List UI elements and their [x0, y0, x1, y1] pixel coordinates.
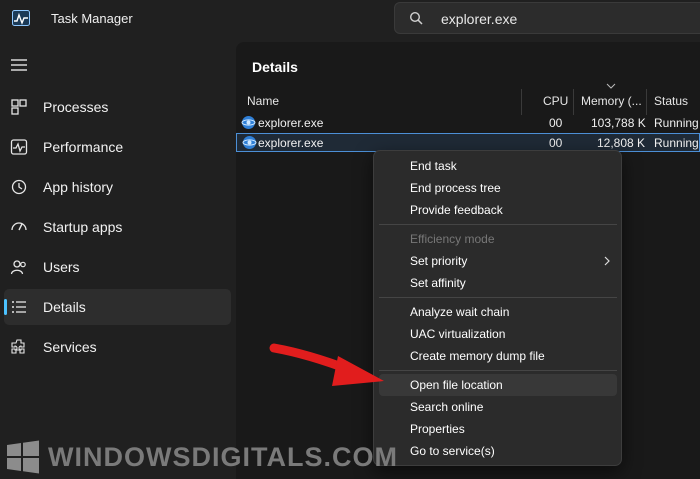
process-status: Running	[654, 136, 699, 150]
menu-item-label: Efficiency mode	[410, 232, 495, 246]
hamburger-menu-icon[interactable]	[10, 58, 28, 72]
process-name: explorer.exe	[258, 116, 324, 130]
sidebar: Processes Performance App history Startu…	[0, 38, 236, 479]
chevron-right-icon	[604, 256, 610, 266]
startup-apps-icon	[11, 222, 27, 231]
menu-item-create-memory-dump[interactable]: Create memory dump file	[379, 345, 617, 367]
watermark-text: WINDOWSDIGITALS.COM	[48, 442, 398, 472]
menu-item-label: Properties	[410, 422, 465, 436]
table-row[interactable]: explorer.exe 00 103,788 K Running	[236, 114, 700, 133]
watermark: WINDOWSDIGITALS.COM	[0, 436, 397, 476]
sidebar-item-label: Performance	[43, 139, 124, 155]
menu-item-label: Search online	[410, 400, 484, 414]
services-icon	[11, 339, 25, 354]
menu-item-open-file-location[interactable]: Open file location	[379, 374, 617, 396]
menu-separator	[379, 297, 617, 298]
column-header-status[interactable]: Status	[654, 94, 688, 108]
sidebar-item-startup-apps[interactable]: Startup apps	[4, 209, 231, 245]
context-menu: End task End process tree Provide feedba…	[373, 150, 622, 466]
table-header: Name CPU Memory (... Status	[236, 83, 700, 115]
processes-icon	[11, 99, 27, 115]
sidebar-item-label: Startup apps	[43, 219, 123, 235]
menu-separator	[379, 370, 617, 371]
sidebar-item-label: App history	[43, 179, 114, 195]
menu-item-end-process-tree[interactable]: End process tree	[379, 177, 617, 199]
sidebar-item-label: Processes	[43, 99, 109, 115]
sort-chevron-icon	[606, 83, 616, 89]
menu-item-properties[interactable]: Properties	[379, 418, 617, 440]
menu-item-label: Open file location	[410, 378, 503, 392]
explorer-process-icon	[242, 136, 257, 149]
sidebar-item-performance[interactable]: Performance	[4, 129, 231, 165]
red-arrow-annotation	[269, 343, 384, 386]
users-icon	[10, 260, 26, 275]
sidebar-item-services[interactable]: Services	[4, 329, 231, 365]
column-divider[interactable]	[573, 89, 574, 115]
sidebar-item-app-history[interactable]: App history	[4, 169, 231, 205]
menu-item-label: Set priority	[410, 254, 468, 268]
column-header-cpu[interactable]: CPU	[543, 94, 568, 108]
sidebar-item-label: Details	[43, 299, 86, 315]
sidebar-item-details[interactable]: Details	[4, 289, 231, 325]
menu-item-label: Set affinity	[410, 276, 466, 290]
explorer-process-icon	[241, 116, 256, 129]
process-memory: 12,808 K	[597, 136, 646, 150]
menu-item-label: End process tree	[410, 181, 501, 195]
menu-item-efficiency-mode: Efficiency mode	[379, 228, 617, 250]
sidebar-item-label: Services	[43, 339, 97, 355]
search-icon	[409, 11, 423, 25]
process-cpu: 00	[549, 116, 563, 130]
process-status: Running	[654, 116, 699, 130]
menu-item-provide-feedback[interactable]: Provide feedback	[379, 199, 617, 221]
process-name: explorer.exe	[258, 136, 324, 150]
app-title: Task Manager	[51, 11, 133, 26]
page-title: Details	[252, 59, 298, 75]
title-bar: Task Manager explorer.exe	[0, 0, 700, 38]
sidebar-item-label: Users	[43, 259, 80, 275]
menu-item-label: Go to service(s)	[410, 444, 495, 458]
performance-icon	[10, 139, 28, 155]
column-divider[interactable]	[521, 89, 522, 115]
menu-item-go-to-services[interactable]: Go to service(s)	[379, 440, 617, 462]
menu-item-label: Analyze wait chain	[410, 305, 510, 319]
column-header-name[interactable]: Name	[247, 94, 279, 108]
menu-item-set-priority[interactable]: Set priority	[379, 250, 617, 272]
process-cpu: 00	[549, 136, 563, 150]
search-input[interactable]: explorer.exe	[394, 2, 700, 34]
menu-item-set-affinity[interactable]: Set affinity	[379, 272, 617, 294]
menu-item-label: Provide feedback	[410, 203, 503, 217]
sidebar-item-users[interactable]: Users	[4, 249, 231, 285]
menu-item-analyze-wait-chain[interactable]: Analyze wait chain	[379, 301, 617, 323]
task-manager-icon	[12, 10, 30, 26]
windows-logo-icon	[7, 440, 39, 474]
menu-item-label: UAC virtualization	[410, 327, 506, 341]
column-divider[interactable]	[646, 89, 647, 115]
search-value: explorer.exe	[441, 11, 518, 27]
menu-item-search-online[interactable]: Search online	[379, 396, 617, 418]
menu-item-end-task[interactable]: End task	[379, 155, 617, 177]
column-header-memory[interactable]: Memory (...	[581, 94, 642, 108]
menu-separator	[379, 224, 617, 225]
menu-item-label: Create memory dump file	[410, 349, 545, 363]
sidebar-item-processes[interactable]: Processes	[4, 89, 231, 125]
process-memory: 103,788 K	[591, 116, 646, 130]
app-history-icon	[11, 179, 27, 195]
menu-item-uac-virtualization[interactable]: UAC virtualization	[379, 323, 617, 345]
menu-item-label: End task	[410, 159, 457, 173]
details-icon	[12, 301, 26, 313]
